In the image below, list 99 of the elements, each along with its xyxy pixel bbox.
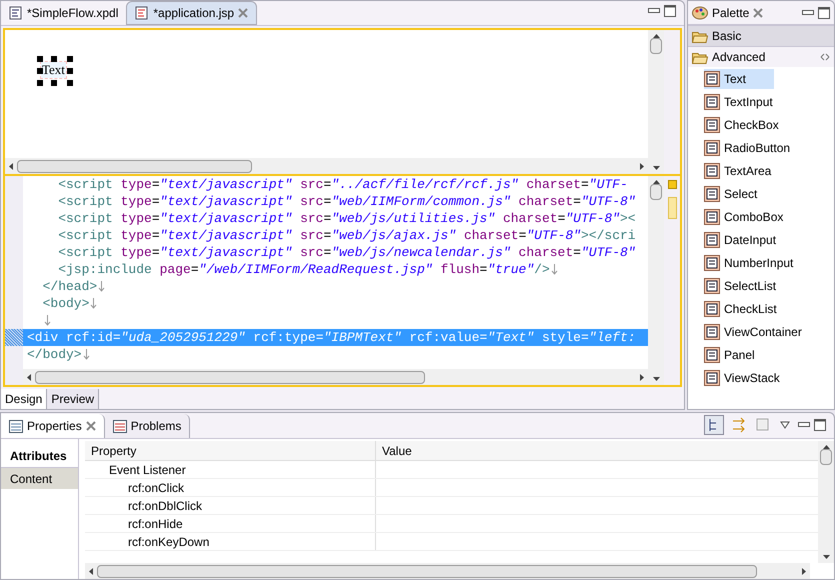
palette-item[interactable]: TextArea [704,160,776,180]
view-tab[interactable]: Properties [1,414,105,438]
column-header[interactable]: Property [85,441,376,460]
palette-item[interactable]: Panel [704,344,759,364]
widget-icon [704,254,720,270]
vertical-scrollbar[interactable] [648,176,664,385]
code-line: <body> [42,295,90,312]
horizontal-scrollbar[interactable] [85,563,810,579]
close-icon[interactable] [86,421,96,431]
widget-icon [704,208,720,224]
palette-item[interactable]: NumberInput [704,252,798,272]
scroll-left-icon[interactable] [27,374,31,380]
widget-icon [704,186,720,202]
horizontal-scrollbar[interactable] [23,369,648,385]
palette-item[interactable]: TextInput [704,92,777,112]
close-icon[interactable] [238,8,248,18]
scroll-right-icon[interactable] [640,162,644,170]
widget-icon [704,70,720,86]
widget-icon [704,140,720,156]
widget-icon [704,346,720,362]
code-line: </body> [26,346,82,363]
scroll-thumb[interactable] [17,160,252,172]
folder-icon [692,30,708,42]
minimize-icon[interactable] [802,10,814,16]
widget-icon [704,94,720,110]
palette-icon [692,6,708,20]
warning-marker[interactable] [668,180,676,189]
scroll-right-icon[interactable] [640,374,644,380]
widget-icon [704,370,720,386]
minimize-icon[interactable] [648,8,660,14]
view-tab[interactable]: Problems [104,414,190,438]
page-tab[interactable]: Preview [47,389,100,409]
section-tab[interactable]: Content [1,467,78,489]
scroll-down-icon[interactable] [652,166,660,170]
code-line: </head> [42,278,98,295]
property-cell: rcf:onHide [85,515,376,532]
palette-item[interactable]: SelectList [704,276,780,296]
close-icon[interactable] [753,8,764,18]
pin-icon[interactable] [820,53,830,61]
palette-drawer[interactable]: Advanced [688,46,834,67]
code-line: <jsp:include page="/web/IIMForm/ReadRequest.jsp" flush="true"/> [57,261,550,278]
scroll-right-icon[interactable] [802,568,806,574]
scroll-left-icon[interactable] [89,568,93,574]
palette-item[interactable]: CheckBox [704,114,783,134]
palette-item[interactable]: ComboBox [704,206,788,226]
panel-title: Palette [712,4,750,22]
palette-item[interactable]: Text [704,68,774,88]
scroll-thumb[interactable] [650,38,662,54]
widget-icon [704,300,720,316]
selection-handle[interactable] [51,80,57,86]
horizontal-scrollbar[interactable] [5,158,648,174]
property-cell: Event Listener [85,461,376,478]
view-menu-icon[interactable] [780,421,790,429]
scroll-thumb[interactable] [35,370,425,384]
property-cell: rcf:onDblClick [85,497,376,514]
widget-icon [704,324,720,340]
view-icon [112,420,127,432]
code-line: <script type="text/javascript" src="../acf/file/rcf/rcf.js" charset="UTF- [57,176,628,193]
palette-item[interactable]: Select [704,184,762,204]
scroll-thumb[interactable] [97,564,757,578]
column-header[interactable]: Value [376,441,818,460]
palette-item[interactable]: ViewStack [704,368,784,388]
palette-item[interactable]: DateInput [704,230,780,250]
code-line: <script type="text/javascript" src="web/IIMForm/common.js" charset="UTF-8" [57,193,636,210]
file-icon [9,6,23,20]
maximize-icon[interactable] [664,5,676,17]
editor-tab[interactable]: *application.jsp [126,1,258,25]
scroll-down-icon[interactable] [822,555,830,559]
widget-icon [704,162,720,178]
scroll-left-icon[interactable] [9,162,13,170]
widget-icon [704,278,720,294]
minimize-icon[interactable] [798,422,810,428]
code-line: <script type="text/javascript" src="web/js/utilities.js" charset="UTF-8">< [57,210,636,227]
folder-icon [692,50,708,64]
scroll-down-icon[interactable] [652,377,660,381]
maximize-icon[interactable] [818,6,830,18]
view-icon [9,420,23,432]
code-line: <script type="text/javascript" src="web/js/newcalendar.js" charset="UTF-8" [57,244,636,261]
code-line: <script type="text/javascript" src="web/js/ajax.js" charset="UTF-8"></scri [57,227,636,244]
tree-view-icon[interactable] [704,415,724,435]
palette-drawer[interactable]: Basic [688,25,834,46]
file-icon [135,6,150,20]
occurrence-marker[interactable] [668,197,676,219]
widget-icon [704,116,720,132]
property-cell: rcf:onClick [85,479,376,496]
text-element[interactable]: Text [41,62,66,78]
page-tab[interactable]: Design [1,389,48,409]
maximize-icon[interactable] [814,419,826,431]
widget-icon [704,232,720,248]
scroll-thumb[interactable] [650,184,662,200]
palette-item[interactable]: CheckList [704,298,781,318]
vertical-scrollbar[interactable] [818,441,834,563]
editor-tab[interactable]: *SimpleFlow.xpdl [1,1,126,25]
palette-item[interactable]: RadioButton [704,138,794,158]
selection-handle[interactable] [51,56,57,62]
palette-item[interactable]: ViewContainer [704,322,806,342]
property-cell: rcf:onKeyDown [85,533,376,550]
vertical-scrollbar[interactable] [648,30,664,174]
scroll-thumb[interactable] [820,449,832,465]
